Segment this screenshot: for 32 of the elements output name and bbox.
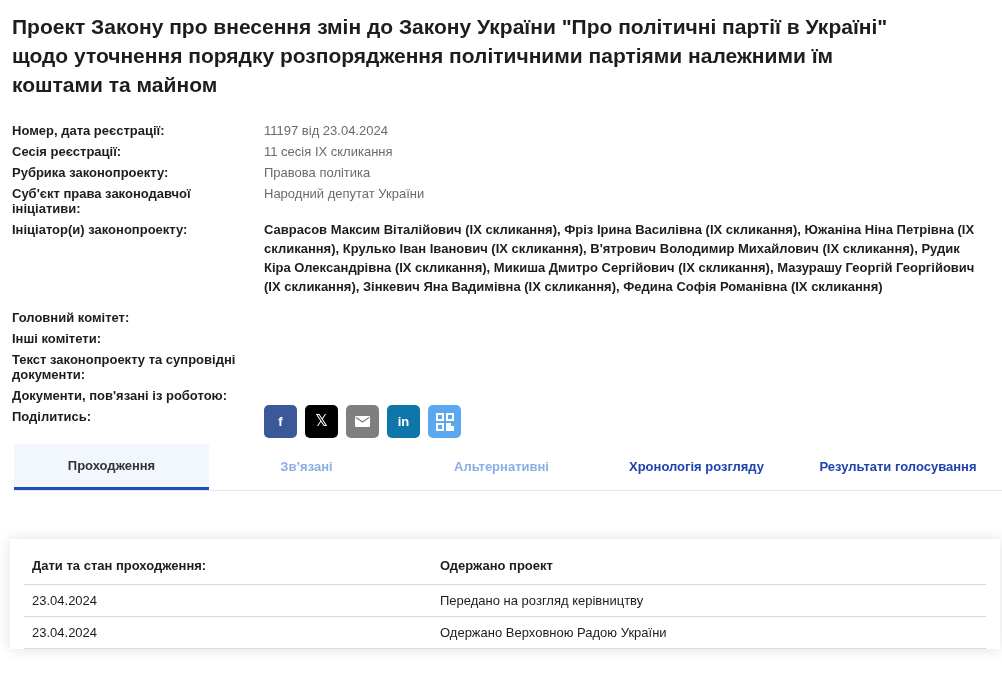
field-value: 11197 від 23.04.2024 [264, 123, 388, 138]
field-label: Поділитись: [12, 409, 93, 424]
column-header: Дати та стан проходження: [31, 556, 208, 575]
tab[interactable]: Хронологія розгляду [599, 444, 794, 490]
tab[interactable]: Результати голосування [794, 444, 1002, 490]
email-button[interactable] [346, 405, 379, 438]
column-header: Одержано проект [439, 556, 554, 575]
field-label: Рубрика законопроекту: [12, 165, 170, 180]
field-label: Сесія реєстрації: [12, 144, 123, 159]
field-label: Документи, пов'язані із роботою: [12, 388, 229, 403]
qr-code-icon [435, 412, 454, 431]
field-value: Саврасов Максим Віталійович (IX скликання), Фріз Ірина Василівна (IX скликання), Южаніна Ніна Петрівна (IX скликання), Крулько Іван Іванович (IX скликання), В'ятрович Володимир Михайлович (IX скликання), Рудик Кіра Олександрівна (IX скликання), Микиша Дмитро Сергійович (IX скликання), Мазурашу Георгій Георгійович (IX скликання), Зінкевич Яна Вадимівна (IX скликання), Федина Софія Романівна (IX скликання) [264, 221, 976, 296]
table-cell-text: 23.04.2024 [31, 623, 99, 642]
table-cell-text: 23.04.2024 [31, 591, 99, 610]
table-cell-text: Одержано Верховною Радою України [439, 623, 668, 642]
field-label: Ініціатор(и) законопроекту: [12, 222, 189, 237]
x-button[interactable]: 𝕏 [305, 405, 338, 438]
field-label: Суб'єкт права законодавчої ініціативи: [12, 186, 192, 216]
field-label: Текст законопроекту та супровідні документи: [12, 352, 237, 382]
field-label: Головний комітет: [12, 310, 131, 325]
field-value: Народний депутат України [264, 186, 425, 201]
page-title: Проект Закону про внесення змін до Закону України "Про політичні партії в Україні" щодо уточнення порядку розпорядження політичними партіями належними їм коштами та майном [12, 14, 889, 98]
envelope-icon [355, 416, 370, 427]
field-value: Правова політика [264, 165, 371, 180]
facebook-button[interactable]: f [264, 405, 297, 438]
linkedin-button[interactable]: in [387, 405, 420, 438]
field-label: Номер, дата реєстрації: [12, 123, 166, 138]
field-label: Інші комітети: [12, 331, 102, 346]
qr-code-button[interactable] [428, 405, 461, 438]
table-cell-text: Передано на розгляд керівництву [439, 591, 645, 610]
field-value: 11 сесія IX скликання [264, 144, 393, 159]
tab[interactable]: Проходження [14, 444, 209, 490]
